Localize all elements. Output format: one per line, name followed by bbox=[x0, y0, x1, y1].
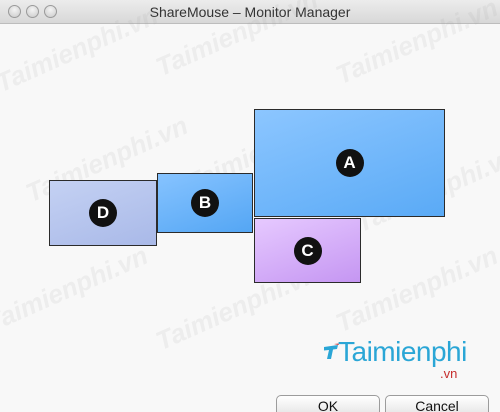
monitor-a[interactable]: A bbox=[254, 109, 445, 217]
monitor-b-label: B bbox=[191, 189, 219, 217]
dialog-footer: OK Cancel bbox=[0, 364, 500, 412]
cancel-button[interactable]: Cancel bbox=[385, 395, 489, 412]
monitor-c[interactable]: C bbox=[254, 218, 361, 283]
monitor-a-label: A bbox=[335, 149, 364, 177]
watermark: Taimienphi.vn bbox=[0, 239, 153, 339]
monitor-b[interactable]: B bbox=[157, 173, 253, 233]
monitor-layout-canvas: Taimienphi.vn Taimienphi.vn Taimienphi.v… bbox=[0, 0, 500, 412]
monitor-c-label: C bbox=[293, 236, 322, 265]
monitor-d[interactable]: D bbox=[49, 180, 157, 246]
monitor-d-label: D bbox=[89, 199, 117, 227]
monitor-manager-window: ShareMouse – Monitor Manager Taimienphi.… bbox=[0, 0, 500, 412]
title-bar: ShareMouse – Monitor Manager bbox=[0, 0, 500, 24]
ok-button[interactable]: OK bbox=[276, 395, 380, 412]
window-title: ShareMouse – Monitor Manager bbox=[149, 4, 351, 20]
